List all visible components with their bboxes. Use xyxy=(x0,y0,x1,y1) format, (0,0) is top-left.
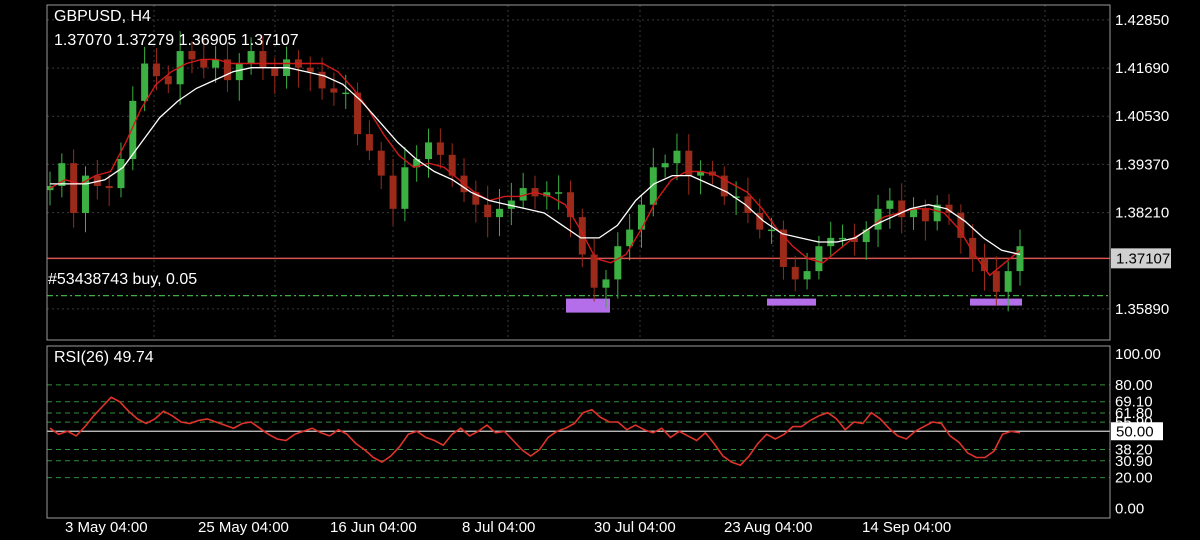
candle-body xyxy=(661,163,669,168)
rsi-50-label: 50.00 xyxy=(1116,423,1154,440)
axes: 1.42850 1.41690 1.40530 1.39370 1.38210 1.358… xyxy=(46,4,1171,536)
grid-lines xyxy=(47,5,1110,479)
candle-body xyxy=(105,185,113,189)
price-tick-label: 1.41690 xyxy=(1115,60,1169,77)
ma-slow-line xyxy=(50,67,1021,256)
price-tick-label: 1.39370 xyxy=(1115,156,1169,173)
candle-body xyxy=(614,246,622,280)
price-panel-frame xyxy=(46,4,1111,341)
candle-body xyxy=(164,75,172,85)
date-tick-label: 3 May 04:00 xyxy=(65,519,148,536)
current-price-label: 1.37107 xyxy=(1116,250,1170,267)
candle-body xyxy=(141,63,149,101)
candle-body xyxy=(1004,271,1012,292)
candle-body xyxy=(152,63,160,76)
candle-body xyxy=(306,67,314,72)
support-highlight xyxy=(767,298,816,306)
rsi-title: RSI(26) 49.74 xyxy=(54,349,154,366)
date-tick-label: 23 Aug 04:00 xyxy=(724,519,812,536)
trading-chart[interactable]: 1.42850 1.41690 1.40530 1.39370 1.38210 1.358… xyxy=(0,0,1200,540)
candle-body xyxy=(436,142,444,155)
rsi-tick-label: 100.00 xyxy=(1115,346,1161,363)
candle-body xyxy=(330,88,338,93)
candle-body xyxy=(401,167,409,209)
candle-body xyxy=(377,150,385,176)
candle-body xyxy=(188,51,196,60)
candle-body xyxy=(200,59,208,68)
candle-body xyxy=(271,67,279,76)
price-tick-label: 1.42850 xyxy=(1115,12,1169,29)
price-tick-label: 1.40530 xyxy=(1115,108,1169,125)
rsi-tick-label: 80.00 xyxy=(1115,377,1153,394)
candle-body xyxy=(898,200,906,218)
symbol-title: GBPUSD, H4 xyxy=(54,8,151,25)
date-tick-label: 25 May 04:00 xyxy=(198,519,289,536)
candle-body xyxy=(247,51,255,64)
rsi-panel-frame xyxy=(46,345,1111,519)
candle-body xyxy=(791,266,799,280)
rsi-tick-label: 30.90 xyxy=(1115,453,1153,470)
candle-body xyxy=(389,175,397,209)
candle-body xyxy=(815,246,823,272)
candle-body xyxy=(602,279,610,288)
candle-body xyxy=(496,208,504,218)
rsi-tick-label: 0.00 xyxy=(1115,501,1144,518)
candle-body xyxy=(768,229,776,232)
candle-body xyxy=(578,217,586,255)
candle-body xyxy=(555,192,563,194)
price-series-area xyxy=(46,31,1110,313)
candle-body xyxy=(921,208,929,222)
candle-body xyxy=(425,142,433,160)
rsi-tick-label: 20.00 xyxy=(1115,470,1153,487)
candle-body xyxy=(1016,246,1024,272)
candle-body xyxy=(673,150,681,164)
candle-body xyxy=(235,63,243,81)
candle-body xyxy=(484,204,492,218)
candle-body xyxy=(117,159,125,189)
price-tick-label: 1.35890 xyxy=(1115,301,1169,318)
date-tick-label: 8 Jul 04:00 xyxy=(462,519,535,536)
date-tick-label: 30 Jul 04:00 xyxy=(594,519,676,536)
candle-body xyxy=(886,200,894,209)
candle-body xyxy=(259,51,267,68)
date-tick-label: 14 Sep 04:00 xyxy=(862,519,951,536)
date-tick-label: 16 Jun 04:00 xyxy=(330,519,417,536)
candle-body xyxy=(70,163,78,213)
price-tick-label: 1.38210 xyxy=(1115,205,1169,222)
candle-body xyxy=(212,59,220,68)
candle-body xyxy=(839,237,847,240)
ohlc-values: 1.37070 1.37279 1.36905 1.37107 xyxy=(54,32,299,49)
candle-body xyxy=(992,271,1000,292)
candle-body xyxy=(342,92,350,95)
ma-fast-line xyxy=(49,58,1021,277)
support-highlight xyxy=(566,298,610,313)
candle-body xyxy=(637,204,645,230)
candle-body xyxy=(803,271,811,280)
candle-body xyxy=(365,134,373,151)
order-label: #53438743 buy, 0.05 xyxy=(48,271,198,288)
